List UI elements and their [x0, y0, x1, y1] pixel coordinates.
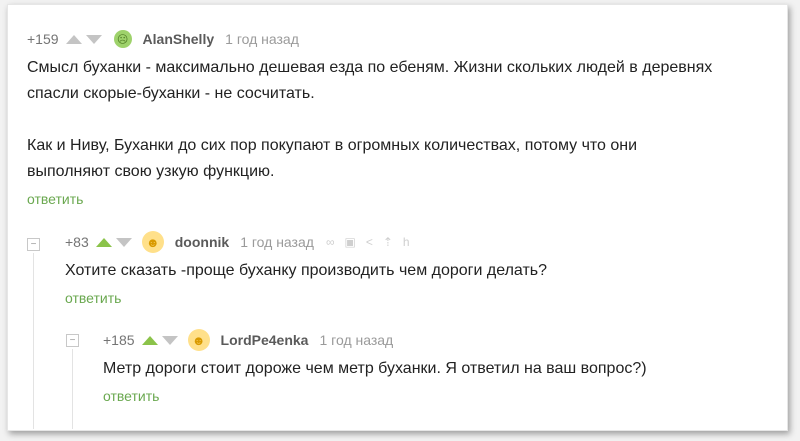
thread-line[interactable]: [33, 253, 34, 429]
reply-button[interactable]: ответить: [65, 290, 547, 306]
comment-text: Хотите сказать -проще буханку производит…: [65, 258, 547, 284]
comment-rating: +159: [27, 31, 59, 47]
collapse-thread-button[interactable]: −: [66, 334, 79, 347]
comment-line: выполняют свою узкую функцию.: [27, 163, 275, 180]
comment: +185 ☻ LordPe4enka 1 год назад Метр доро…: [103, 329, 647, 404]
more-icon[interactable]: h: [403, 235, 410, 249]
comment-text: Смысл буханки - максимально дешевая езда…: [27, 55, 712, 185]
link-icon[interactable]: ∞: [326, 235, 335, 249]
comment-username[interactable]: LordPe4enka: [221, 332, 309, 348]
avatar[interactable]: ☻: [187, 329, 210, 351]
reply-button[interactable]: ответить: [27, 191, 712, 207]
share-icon[interactable]: <: [366, 235, 373, 249]
comment-text: Метр дороги стоит дороже чем метр буханк…: [103, 356, 647, 382]
comment-rating: +83: [65, 234, 89, 250]
scroll-up-icon[interactable]: ⇡: [383, 235, 393, 249]
comment-line: Метр дороги стоит дороже чем метр буханк…: [103, 360, 647, 377]
collapse-thread-button[interactable]: −: [27, 238, 40, 251]
comment-line: спасли скорые-буханки - не сосчитать.: [27, 85, 315, 102]
comment: +159 ☹ AlanShelly 1 год назад Смысл буха…: [27, 29, 712, 207]
comment-meta: +83 ☻ doonnik 1 год назад ∞ ▣ < ⇡ h: [65, 231, 547, 253]
upvote-icon[interactable]: [141, 335, 158, 345]
upvote-icon[interactable]: [95, 237, 112, 247]
comment-line: Смысл буханки - максимально дешевая езда…: [27, 59, 713, 76]
comment-tools: ∞ ▣ < ⇡ h: [326, 235, 410, 249]
downvote-icon[interactable]: [161, 335, 178, 345]
comment-line: Как и Ниву, Буханки до сих пор покупают …: [27, 137, 638, 154]
comment-line: Хотите сказать -проще буханку производит…: [65, 262, 548, 279]
comments-panel: +159 ☹ AlanShelly 1 год назад Смысл буха…: [7, 4, 788, 431]
downvote-icon[interactable]: [85, 34, 102, 44]
thread-line[interactable]: [72, 349, 73, 429]
comment-time[interactable]: 1 год назад: [225, 31, 299, 47]
comment-meta: +159 ☹ AlanShelly 1 год назад: [27, 29, 712, 49]
comment: +83 ☻ doonnik 1 год назад ∞ ▣ < ⇡ h Хоти…: [65, 231, 547, 306]
comment-username[interactable]: doonnik: [175, 234, 229, 250]
comment-time[interactable]: 1 год назад: [319, 332, 393, 348]
comment-rating: +185: [103, 332, 135, 348]
comment-time[interactable]: 1 год назад: [240, 234, 314, 250]
upvote-icon[interactable]: [65, 34, 82, 44]
comment-username[interactable]: AlanShelly: [143, 31, 215, 47]
avatar[interactable]: ☹: [113, 30, 132, 48]
avatar[interactable]: ☻: [141, 231, 164, 253]
comment-line: [27, 107, 712, 133]
save-icon[interactable]: ▣: [345, 235, 356, 249]
reply-button[interactable]: ответить: [103, 388, 647, 404]
downvote-icon[interactable]: [115, 237, 132, 247]
comment-meta: +185 ☻ LordPe4enka 1 год назад: [103, 329, 647, 351]
